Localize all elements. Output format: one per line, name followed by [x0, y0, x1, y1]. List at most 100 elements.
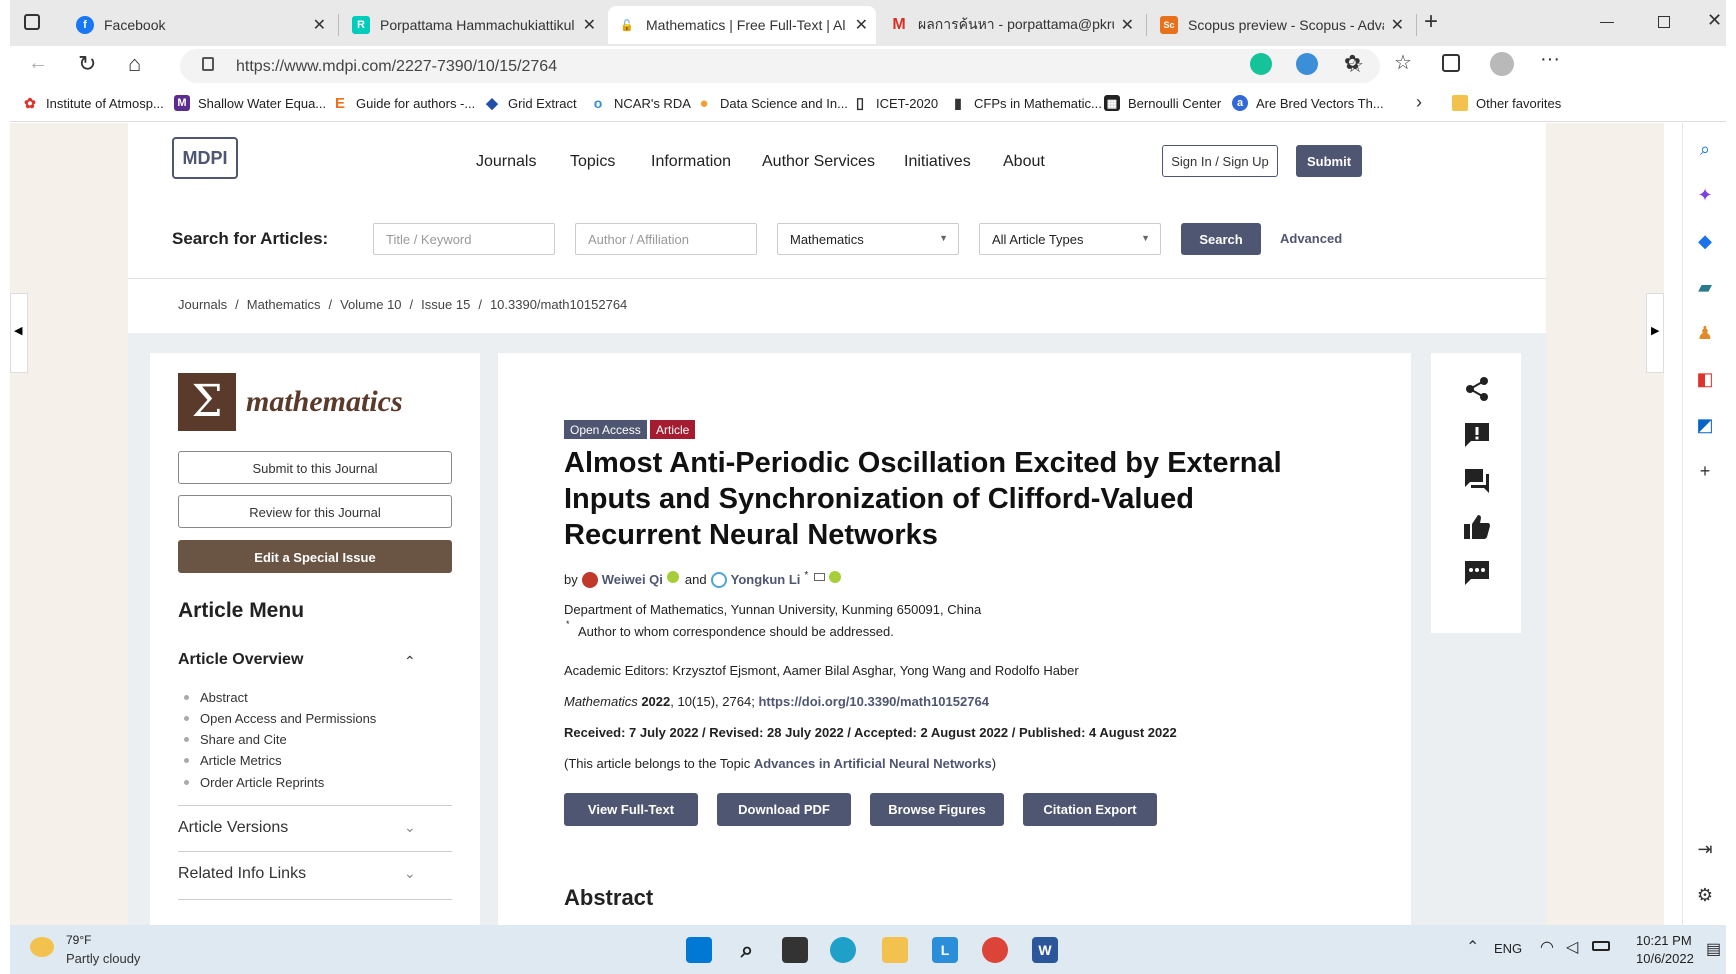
wifi-icon[interactable]: ◠ [1540, 937, 1554, 957]
tools-icon[interactable]: ▰ [1693, 275, 1717, 299]
grammarly-icon[interactable] [1250, 53, 1272, 75]
share-icon[interactable] [1461, 375, 1493, 407]
sidebar-collapse-icon[interactable]: ⇥ [1693, 837, 1717, 861]
submit-to-journal-button[interactable]: Submit to this Journal [178, 451, 452, 484]
journal-logo-symbol[interactable]: Σ [178, 373, 236, 431]
bookmark-item[interactable]: E Guide for authors -... [332, 95, 475, 112]
shopping-icon[interactable]: ◆ [1693, 229, 1717, 253]
close-tab-icon[interactable]: ✕ [313, 15, 326, 35]
close-tab-icon[interactable]: ✕ [583, 15, 596, 35]
email-icon[interactable] [814, 572, 826, 581]
citation-export-button[interactable]: Citation Export [1023, 793, 1157, 826]
url-text[interactable]: https://www.mdpi.com/2227-7390/10/15/276… [236, 58, 557, 76]
menu-item-abstract[interactable]: Abstract [200, 690, 248, 705]
file-explorer-icon[interactable] [882, 937, 908, 963]
settings-gear-icon[interactable]: ⚙ [1693, 883, 1717, 907]
review-for-journal-button[interactable]: Review for this Journal [178, 495, 452, 528]
right-panel-toggle[interactable]: ▶ [1646, 293, 1664, 373]
related-info-toggle[interactable]: Related Info Links [178, 865, 306, 883]
bookmark-item[interactable]: ◆ Grid Extract [484, 95, 577, 112]
tab-scopus[interactable]: Sc Scopus preview - Scopus - Advar ✕ [1150, 6, 1412, 44]
menu-item-open-access[interactable]: Open Access and Permissions [200, 711, 376, 726]
nav-about[interactable]: About [1003, 153, 1045, 171]
tab-mathematics[interactable]: 🔓 Mathematics | Free Full-Text | Alr ✕ [608, 6, 876, 44]
view-full-text-button[interactable]: View Full-Text [564, 793, 698, 826]
extensions-icon[interactable]: ✿ [1344, 50, 1361, 75]
breadcrumb-mathematics[interactable]: Mathematics [247, 297, 321, 312]
journal-logo-name[interactable]: mathematics [246, 385, 403, 419]
tab-facebook[interactable]: f Facebook ✕ [66, 6, 334, 44]
back-icon[interactable]: ← [28, 52, 48, 75]
collections-icon[interactable] [1442, 54, 1460, 72]
chevron-down-icon[interactable]: ⌄ [404, 865, 416, 882]
nav-topics[interactable]: Topics [570, 153, 615, 171]
nav-journals[interactable]: Journals [476, 153, 536, 171]
breadcrumb-doi[interactable]: 10.3390/math10152764 [490, 297, 627, 312]
address-bar[interactable]: https://www.mdpi.com/2227-7390/10/15/276… [180, 49, 1380, 83]
add-icon[interactable]: + [1693, 459, 1717, 483]
lock-icon[interactable] [202, 57, 214, 71]
volume-icon[interactable]: ◁ [1566, 937, 1578, 957]
weather-icon[interactable] [30, 937, 54, 957]
topic-link[interactable]: Advances in Artificial Neural Networks [754, 756, 992, 771]
article-type-select[interactable]: All Article Types [979, 223, 1161, 255]
breadcrumb-journals[interactable]: Journals [178, 297, 227, 312]
copilot-icon[interactable]: ✦ [1693, 183, 1717, 207]
close-tab-icon[interactable]: ✕ [1391, 15, 1404, 35]
new-tab-button[interactable]: + [1424, 8, 1438, 36]
task-view-icon[interactable] [782, 937, 808, 963]
menu-item-metrics[interactable]: Article Metrics [200, 753, 282, 768]
home-icon[interactable]: ⌂ [128, 51, 141, 77]
chevron-up-icon[interactable]: ⌃ [1466, 937, 1479, 957]
outlook-icon[interactable]: ◩ [1693, 413, 1717, 437]
tab-researchgate[interactable]: R Porpattama Hammachukiattikul | ✕ [342, 6, 604, 44]
breadcrumb-volume[interactable]: Volume 10 [340, 297, 401, 312]
download-pdf-button[interactable]: Download PDF [717, 793, 851, 826]
bookmark-item[interactable]: o NCAR's RDA [590, 95, 691, 111]
journal-select[interactable]: Mathematics [777, 223, 959, 255]
l-app-icon[interactable]: L [932, 937, 958, 963]
submit-button[interactable]: Submit [1296, 145, 1362, 177]
more-menu-icon[interactable]: ··· [1540, 48, 1560, 71]
bookmark-item[interactable]: a Are Bred Vectors Th... [1232, 95, 1384, 111]
clock-date[interactable]: 10/6/2022 [1636, 951, 1694, 966]
other-favorites[interactable]: Other favorites [1452, 95, 1561, 111]
chevron-up-icon[interactable]: ⌃ [404, 653, 416, 670]
search-icon[interactable]: ⌕ [734, 937, 760, 963]
doi-link[interactable]: https://doi.org/10.3390/math10152764 [758, 694, 988, 709]
nav-author-services[interactable]: Author Services [762, 153, 875, 171]
bookmark-item[interactable]: ▮ CFPs in Mathematic... [950, 95, 1102, 111]
menu-item-reprints[interactable]: Order Article Reprints [200, 775, 324, 790]
breadcrumb-issue[interactable]: Issue 15 [421, 297, 470, 312]
favorites-icon[interactable]: ☆ [1394, 50, 1412, 75]
chevron-right-icon[interactable]: › [1416, 92, 1422, 113]
bookmark-item[interactable]: ✿ Institute of Atmosp... [22, 95, 164, 111]
nav-initiatives[interactable]: Initiatives [904, 153, 971, 171]
search-button[interactable]: Search [1181, 223, 1261, 255]
orcid-icon[interactable] [829, 570, 842, 583]
bookmark-item[interactable]: ● Data Science and In... [696, 95, 848, 112]
tab-actions-icon[interactable] [24, 14, 40, 30]
profile-avatar[interactable] [1490, 52, 1514, 76]
battery-icon[interactable] [1592, 941, 1610, 951]
tab-gmail[interactable]: M ผลการค้นหา - porpattama@pkru.a ✕ [880, 6, 1142, 44]
more-comments-icon[interactable] [1461, 559, 1493, 591]
bookmark-item[interactable]: ▯ ICET-2020 [852, 95, 938, 112]
clock-time[interactable]: 10:21 PM [1636, 933, 1692, 948]
close-tab-icon[interactable]: ✕ [1121, 15, 1134, 35]
language-indicator[interactable]: ENG [1494, 941, 1522, 956]
browse-figures-button[interactable]: Browse Figures [870, 793, 1004, 826]
nav-information[interactable]: Information [651, 153, 731, 171]
office-icon[interactable]: ◧ [1693, 367, 1717, 391]
article-versions-toggle[interactable]: Article Versions [178, 819, 288, 837]
title-keyword-input[interactable]: Title / Keyword [373, 223, 555, 255]
author-affiliation-input[interactable]: Author / Affiliation [575, 223, 757, 255]
chrome-icon[interactable] [982, 937, 1008, 963]
extension-globe-icon[interactable] [1296, 53, 1318, 75]
notifications-icon[interactable]: ▤ [1706, 939, 1721, 959]
edit-special-issue-button[interactable]: Edit a Special Issue [178, 540, 452, 573]
close-window-button[interactable]: ✕ [1707, 10, 1722, 31]
thumbs-up-icon[interactable] [1461, 513, 1493, 545]
start-icon[interactable] [686, 937, 712, 963]
restore-button[interactable] [1658, 16, 1670, 28]
